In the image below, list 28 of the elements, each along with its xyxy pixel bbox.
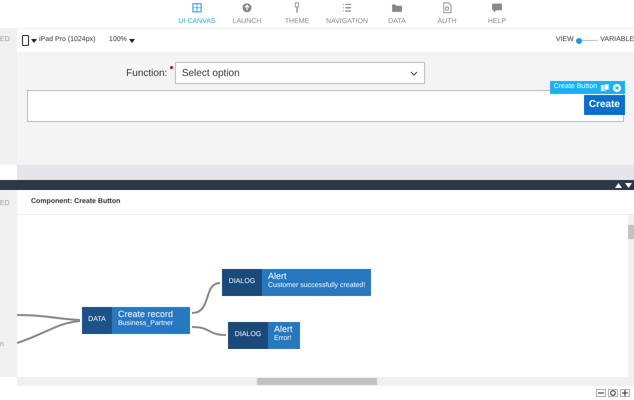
caret-icon (129, 38, 136, 42)
vertical-scrollbar[interactable] (628, 215, 634, 377)
collapse-icon (615, 182, 622, 188)
chevron-icon (410, 70, 418, 76)
copy-icon (601, 84, 609, 92)
function-select[interactable]: Select option (174, 62, 425, 84)
connector-line (192, 282, 220, 314)
upload-icon (241, 2, 253, 14)
zoom-reset-button[interactable] (608, 389, 618, 397)
zoom-out-button[interactable] (596, 389, 606, 397)
phone-icon (22, 35, 28, 46)
circle-icon (610, 390, 616, 396)
expand-icon (625, 182, 632, 188)
grid-icon (191, 2, 203, 14)
folder-icon (391, 2, 403, 14)
view-toggle[interactable] (576, 38, 598, 44)
document-icon (441, 2, 453, 14)
caret-icon (30, 38, 37, 42)
horizontal-scrollbar[interactable] (17, 377, 634, 386)
create-button[interactable]: Create (584, 95, 625, 115)
chat-icon (491, 2, 503, 14)
close-icon (613, 84, 621, 92)
minus-icon (598, 390, 604, 396)
connector-line (192, 326, 226, 336)
plus-icon (622, 390, 628, 396)
zoom-in-button[interactable] (620, 389, 630, 397)
list-icon (341, 2, 353, 14)
function-label: Function: (126, 66, 168, 80)
